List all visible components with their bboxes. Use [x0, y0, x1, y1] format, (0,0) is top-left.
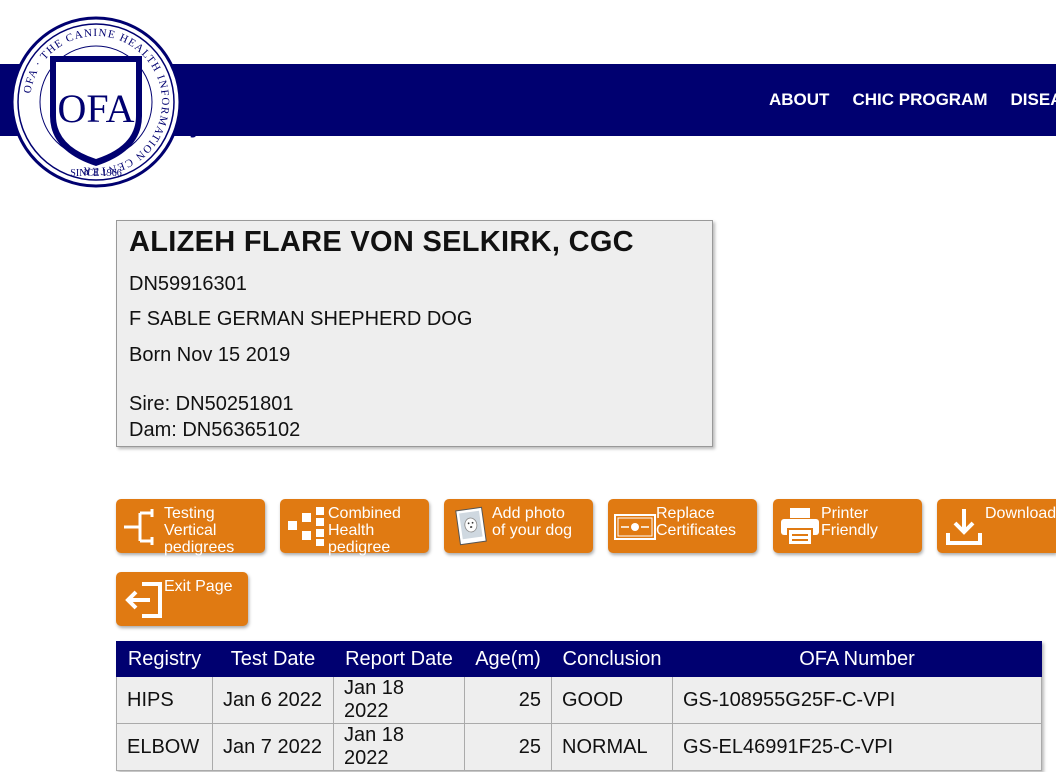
registry-cell: ELBOW — [116, 723, 213, 771]
button-label: Download — [985, 505, 1056, 522]
table-row: HIPS Jan 6 2022 Jan 18 2022 25 GOOD GS-1… — [116, 676, 1042, 724]
ofa-results-table: Registry Test Date Report Date Age(m) Co… — [116, 641, 1042, 771]
button-label: Testing Vertical pedigrees — [164, 505, 235, 556]
certificate-icon — [614, 514, 656, 540]
report-date-cell: Jan 18 2022 — [333, 676, 465, 724]
column-header: Conclusion — [551, 641, 673, 677]
combined-health-pedigree-button[interactable]: Combined Health pedigree — [280, 499, 429, 556]
column-header: Registry — [116, 641, 213, 677]
age-cell: 25 — [464, 723, 552, 771]
nav-diseases[interactable]: DISEA — [1011, 90, 1056, 110]
dog-name: ALIZEH FLARE VON SELKIRK, CGC — [129, 226, 634, 258]
ofa-number-cell: GS-108955G25F-C-VPI — [672, 676, 1042, 724]
testing-vertical-pedigrees-button[interactable]: Testing Vertical pedigrees — [116, 499, 265, 556]
add-photo-button[interactable]: Add photo of your dog — [444, 499, 593, 553]
printer-icon — [781, 508, 819, 546]
header-text-fragment: y — [190, 105, 205, 138]
nav-about[interactable]: ABOUT — [769, 90, 829, 110]
column-header: OFA Number — [672, 641, 1042, 677]
printer-friendly-button[interactable]: Printer Friendly — [773, 499, 922, 553]
download-icon — [946, 509, 982, 545]
svg-text:OFA: OFA — [57, 86, 134, 131]
table-header-row: Registry Test Date Report Date Age(m) Co… — [116, 641, 1042, 677]
svg-text:SINCE 1966: SINCE 1966 — [70, 168, 121, 179]
nav-links: ABOUT CHIC PROGRAM DISEA — [769, 64, 1056, 136]
table-row: ELBOW Jan 7 2022 Jan 18 2022 25 NORMAL G… — [116, 723, 1042, 771]
button-label: Replace Certificates — [656, 505, 737, 539]
button-label: Combined Health pedigree — [328, 505, 401, 556]
registry-cell: HIPS — [116, 676, 213, 724]
age-cell: 25 — [464, 676, 552, 724]
replace-certificates-button[interactable]: Replace Certificates — [608, 499, 757, 553]
download-button[interactable]: Download — [937, 499, 1056, 553]
button-label: Exit Page — [164, 578, 233, 595]
ofa-number-cell: GS-EL46991F25-C-VPI — [672, 723, 1042, 771]
report-date-cell: Jan 18 2022 — [333, 723, 465, 771]
vertical-pedigree-icon — [124, 509, 154, 545]
button-label: Printer Friendly — [821, 505, 878, 539]
test-date-cell: Jan 7 2022 — [212, 723, 334, 771]
exit-page-button[interactable]: Exit Page — [116, 572, 248, 626]
button-label: Add photo of your dog — [492, 505, 573, 539]
ofa-logo[interactable]: OFA · THE CANINE HEALTH INFORMATION CENT… — [10, 16, 182, 188]
dog-dam: Dam: DN56365102 — [129, 419, 301, 441]
column-header: Test Date — [212, 641, 334, 677]
dog-sire: Sire: DN50251801 — [129, 393, 294, 415]
dog-info-card: ALIZEH FLARE VON SELKIRK, CGC DN59916301… — [116, 220, 713, 447]
test-date-cell: Jan 6 2022 — [212, 676, 334, 724]
column-header: Report Date — [333, 641, 465, 677]
health-pedigree-icon — [288, 507, 324, 546]
dog-photo-icon — [455, 506, 487, 546]
dog-birthdate: Born Nov 15 2019 — [129, 344, 291, 366]
dog-registration: DN59916301 — [129, 273, 247, 295]
column-header: Age(m) — [464, 641, 552, 677]
nav-chic-program[interactable]: CHIC PROGRAM — [852, 90, 987, 110]
conclusion-cell: GOOD — [551, 676, 673, 724]
exit-icon — [125, 582, 162, 618]
conclusion-cell: NORMAL — [551, 723, 673, 771]
dog-description: F SABLE GERMAN SHEPHERD DOG — [129, 308, 473, 330]
